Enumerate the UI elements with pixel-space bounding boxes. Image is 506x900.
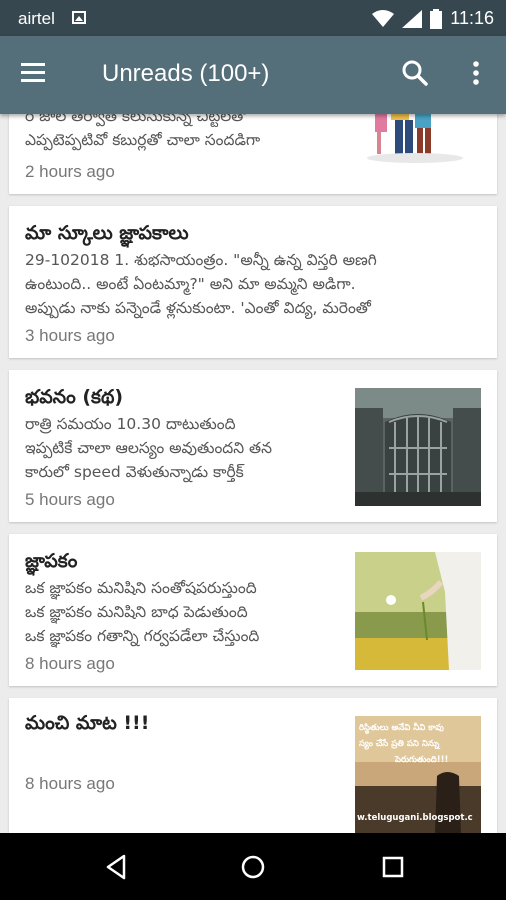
family-illustration bbox=[355, 114, 481, 172]
page-title: Unreads (100+) bbox=[102, 60, 270, 87]
carrier-label: airtel bbox=[18, 9, 55, 28]
post-card[interactable]: జ్ఞాపకం ఒక జ్ఞాపకం మనిషిని సంతోషపరుస్తుం… bbox=[9, 534, 497, 686]
post-time: 2 hours ago bbox=[25, 162, 115, 181]
post-title: మంచి మాట !!! bbox=[25, 712, 150, 734]
status-bar: airtel 11:16 bbox=[0, 0, 506, 36]
post-time: 8 hours ago bbox=[25, 774, 115, 793]
more-vert-icon[interactable] bbox=[462, 56, 490, 90]
post-time: 5 hours ago bbox=[25, 490, 115, 509]
post-card[interactable]: మా స్కూలు జ్ఞాపకాలు 29-102018 1. శుభసాయం… bbox=[9, 206, 497, 358]
quote-line: స్యం చేసే ప్రతి పని నిన్ను bbox=[359, 738, 440, 750]
image-notification-icon bbox=[72, 11, 86, 24]
post-excerpt: రాత్రి సమయం 10.30 దాటుతుంది ఇప్పటికే చాల… bbox=[25, 415, 273, 481]
post-excerpt: 29-102018 1. శుభసాయంత్రం. "అన్నీ ఉన్న వి… bbox=[25, 251, 377, 317]
memory-thumbnail bbox=[355, 552, 481, 670]
post-feed[interactable]: ర జాల తర్వాత కలుసుకున్న చిట్టిలతో ఎప్పటె… bbox=[0, 114, 506, 833]
post-excerpt: ర జాల తర్వాత కలుసుకున్న చిట్టిలతో ఎప్పటె… bbox=[25, 114, 261, 149]
navigation-bar bbox=[0, 833, 506, 900]
signal-icon bbox=[402, 9, 423, 28]
app-bar: Unreads (100+) bbox=[0, 36, 506, 114]
recents-square-icon[interactable] bbox=[376, 850, 410, 884]
wifi-icon bbox=[372, 9, 395, 27]
post-card[interactable]: భవనం (కథ) రాత్రి సమయం 10.30 దాటుతుంది ఇప… bbox=[9, 370, 497, 522]
post-title: భవనం (కథ) bbox=[25, 386, 124, 408]
post-card[interactable]: మంచి మాట !!! 8 hours ago రిస్థితులు అనేవ… bbox=[9, 698, 497, 833]
home-circle-icon[interactable] bbox=[236, 850, 270, 884]
quote-thumbnail: రిస్థితులు అనేవి నీవి కావు స్యం చేసే ప్ర… bbox=[355, 716, 481, 833]
gate-thumbnail bbox=[355, 388, 481, 506]
post-time: 3 hours ago bbox=[25, 326, 115, 345]
post-card[interactable]: ర జాల తర్వాత కలుసుకున్న చిట్టిలతో ఎప్పటె… bbox=[9, 114, 497, 194]
back-triangle-icon[interactable] bbox=[100, 850, 134, 884]
quote-blog-url: w.telugugani.blogspot.c bbox=[357, 813, 473, 823]
post-title: జ్ఞాపకం bbox=[25, 550, 78, 572]
quote-line: పెరుగుతుంది!!! bbox=[394, 755, 448, 765]
battery-icon bbox=[430, 8, 443, 29]
post-time: 8 hours ago bbox=[25, 654, 115, 673]
search-icon[interactable] bbox=[398, 56, 432, 90]
menu-icon[interactable] bbox=[18, 58, 54, 92]
post-title: మా స్కూలు జ్ఞాపకాలు bbox=[25, 222, 189, 244]
post-excerpt: ఒక జ్ఞాపకం మనిషిని సంతోషపరుస్తుంది ఒక జ్… bbox=[25, 579, 260, 645]
clock: 11:16 bbox=[450, 8, 494, 28]
